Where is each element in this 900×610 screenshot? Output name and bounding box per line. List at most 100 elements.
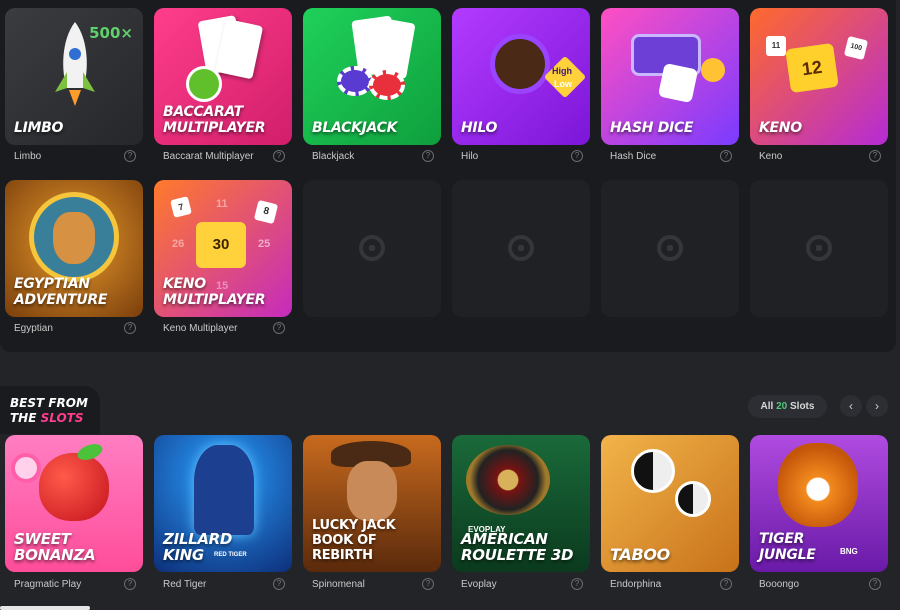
help-icon[interactable]: ? xyxy=(720,150,732,162)
game-title: KENO MULTIPLAYER xyxy=(163,276,266,308)
candy-icon xyxy=(11,453,41,483)
low-label: Low xyxy=(554,79,572,89)
number-label: 26 xyxy=(172,238,185,250)
all-slots-button[interactable]: All 20 Slots xyxy=(748,395,827,418)
game-caption[interactable]: Blackjack xyxy=(312,151,354,162)
help-icon[interactable]: ? xyxy=(869,578,881,590)
empty-tile-placeholder xyxy=(452,180,590,317)
help-icon[interactable]: ? xyxy=(720,578,732,590)
section-title-line2: THE SLOTS xyxy=(10,411,88,426)
game-caption[interactable]: Baccarat Multiplayer xyxy=(163,151,254,162)
game-title: SWEET BONANZA xyxy=(14,530,96,564)
slots-count: 20 xyxy=(776,401,788,412)
cube-icon: 30 xyxy=(196,222,246,268)
high-label: High xyxy=(552,66,572,76)
rocket-icon xyxy=(55,22,95,106)
slot-tile-sweet-bonanza[interactable]: SWEET BONANZA xyxy=(5,435,143,572)
game-caption[interactable]: Red Tiger xyxy=(163,579,206,590)
number-label: 11 xyxy=(216,198,228,210)
tiger-icon xyxy=(778,443,858,527)
game-tile-blackjack[interactable]: BLACKJACK xyxy=(303,8,441,145)
slot-tile-taboo[interactable]: TABOO xyxy=(601,435,739,572)
monster-icon xyxy=(194,445,254,535)
slot-tile-zillard-king[interactable]: RED TIGER ZILLARD KING xyxy=(154,435,292,572)
game-caption[interactable]: Keno Multiplayer xyxy=(163,323,237,334)
game-tile-keno[interactable]: 12 11 100 KENO xyxy=(750,8,888,145)
game-title: ZILLARD KING xyxy=(163,530,233,564)
game-tile-baccarat-multiplayer[interactable]: BACCARAT MULTIPLAYER xyxy=(154,8,292,145)
game-caption[interactable]: Pragmatic Play xyxy=(14,579,81,590)
coin-icon xyxy=(701,58,725,82)
game-caption[interactable]: Endorphina xyxy=(610,579,661,590)
empty-tile-placeholder xyxy=(601,180,739,317)
all-label: All xyxy=(760,401,774,412)
help-icon[interactable]: ? xyxy=(571,578,583,590)
help-icon[interactable]: ? xyxy=(422,150,434,162)
empty-tile-placeholder xyxy=(303,180,441,317)
slot-tile-lucky-jack[interactable]: LUCKY JACK BOOK OF REBIRTH xyxy=(303,435,441,572)
empty-tile-placeholder xyxy=(750,180,888,317)
cube-icon: 12 xyxy=(785,42,839,94)
section-title-line1: BEST FROM xyxy=(10,396,88,410)
multiplier-badge: 500× xyxy=(89,24,133,42)
game-title: BLACKJACK xyxy=(312,120,398,136)
apple-icon xyxy=(39,453,109,521)
hilo-badge xyxy=(543,55,587,99)
game-tile-hash-dice[interactable]: HASH DICE xyxy=(601,8,739,145)
gorilla-icon xyxy=(490,34,550,94)
help-icon[interactable]: ? xyxy=(124,578,136,590)
yin-yang-icon xyxy=(631,449,675,493)
help-icon[interactable]: ? xyxy=(124,322,136,334)
placeholder-logo-icon xyxy=(508,235,534,261)
slot-tile-american-roulette[interactable]: EVOPLAY AMERICAN ROULETTE 3D xyxy=(452,435,590,572)
game-caption[interactable]: Egyptian xyxy=(14,323,53,334)
help-icon[interactable]: ? xyxy=(273,150,285,162)
game-caption[interactable]: Spinomenal xyxy=(312,579,365,590)
placeholder-logo-icon xyxy=(359,235,385,261)
game-caption[interactable]: Limbo xyxy=(14,151,41,162)
game-tile-keno-multiplayer[interactable]: 30 11 26 25 15 7 8 KENO MULTIPLAYER xyxy=(154,180,292,317)
roulette-wheel-icon xyxy=(466,445,550,515)
slots-label: Slots xyxy=(790,401,815,412)
game-caption[interactable]: Evoplay xyxy=(461,579,497,590)
game-tile-hilo[interactable]: High Low HILO xyxy=(452,8,590,145)
game-tile-limbo[interactable]: 500× LIMBO xyxy=(5,8,143,145)
help-icon[interactable]: ? xyxy=(869,150,881,162)
dice-icon: 8 xyxy=(253,199,279,225)
ball-icon xyxy=(186,66,222,102)
help-icon[interactable]: ? xyxy=(124,150,136,162)
slot-tile-tiger-jungle[interactable]: BNG TIGER JUNGLE xyxy=(750,435,888,572)
horizontal-scrollbar[interactable] xyxy=(0,606,90,610)
game-title: LUCKY JACK BOOK OF REBIRTH xyxy=(312,518,396,563)
chips-icon xyxy=(369,70,405,100)
game-title: EGYPTIAN ADVENTURE xyxy=(14,276,108,308)
game-title: LIMBO xyxy=(14,120,64,136)
dice-icon xyxy=(657,62,699,104)
game-title: HILO xyxy=(461,120,498,136)
prev-arrow-button[interactable]: ‹ xyxy=(840,395,862,417)
section-title-accent: SLOTS xyxy=(40,411,84,425)
help-icon[interactable]: ? xyxy=(571,150,583,162)
placeholder-logo-icon xyxy=(806,235,832,261)
number-label: 25 xyxy=(258,238,271,250)
game-tile-egyptian-adventure[interactable]: EGYPTIAN ADVENTURE xyxy=(5,180,143,317)
game-title: BACCARAT MULTIPLAYER xyxy=(163,104,266,136)
dice-icon: 11 xyxy=(766,36,786,56)
yin-yang-icon xyxy=(675,481,711,517)
help-icon[interactable]: ? xyxy=(422,578,434,590)
game-title: TABOO xyxy=(610,545,670,564)
next-arrow-button[interactable]: › xyxy=(866,395,888,417)
game-caption[interactable]: Hilo xyxy=(461,151,478,162)
placeholder-logo-icon xyxy=(657,235,683,261)
adventurer-face-icon xyxy=(347,461,397,521)
dice-icon: 100 xyxy=(843,35,869,61)
game-caption[interactable]: Hash Dice xyxy=(610,151,656,162)
chips-icon xyxy=(337,66,373,96)
brand-label: BNG xyxy=(840,547,858,556)
help-icon[interactable]: ? xyxy=(273,322,285,334)
section-title-prefix: THE xyxy=(10,411,41,425)
dice-icon: 7 xyxy=(170,196,192,218)
game-caption[interactable]: Keno xyxy=(759,151,782,162)
help-icon[interactable]: ? xyxy=(273,578,285,590)
game-caption[interactable]: Booongo xyxy=(759,579,799,590)
